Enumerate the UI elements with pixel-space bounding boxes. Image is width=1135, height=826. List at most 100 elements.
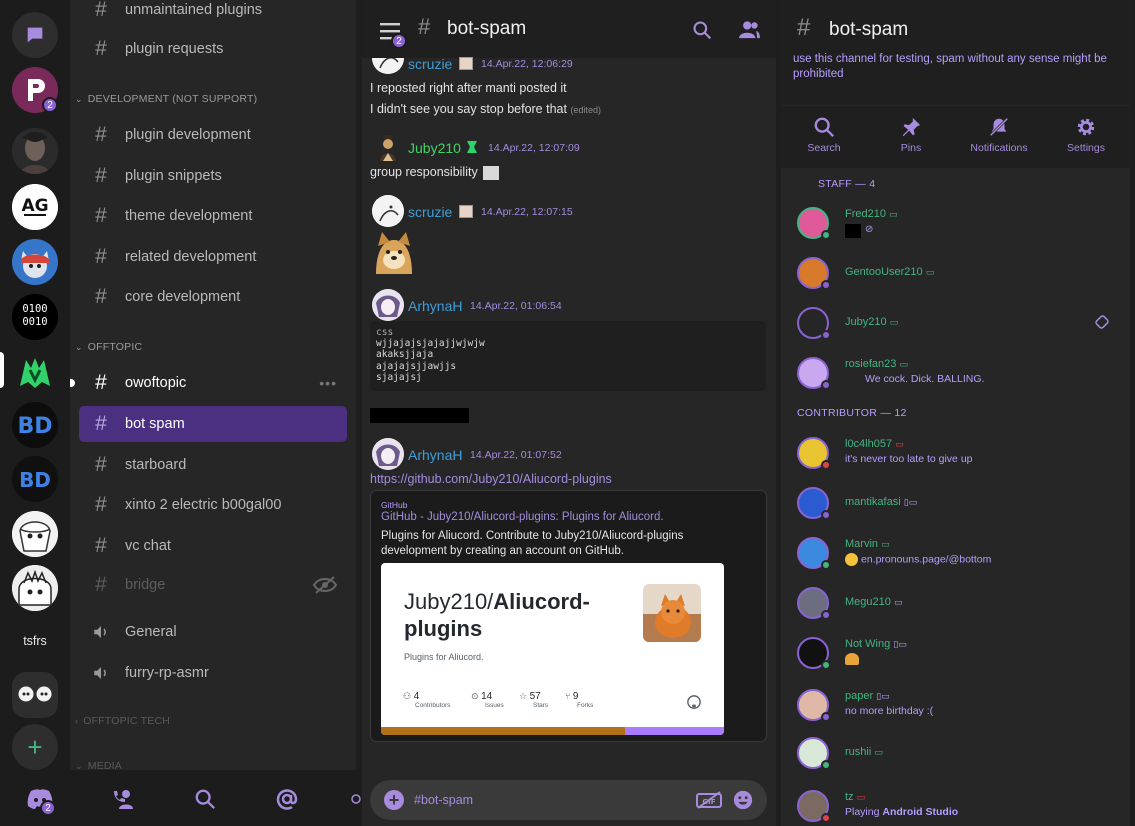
member-name-text: l0c4lh057 <box>845 438 893 450</box>
server-folder-label[interactable]: tsfrs <box>0 634 70 648</box>
member-name-text: rushii <box>845 746 872 758</box>
message-input[interactable]: + #bot-spam GIF <box>370 780 767 820</box>
category-media[interactable]: ⌄ MEDIA <box>75 760 122 770</box>
status-dot <box>821 712 831 722</box>
member-marvin[interactable]: Marvin ▭ en.pronouns.page/@bottom <box>795 533 1125 573</box>
server-icon-aliucord[interactable] <box>12 348 58 394</box>
avatar[interactable] <box>372 289 404 321</box>
unread-indicator <box>70 379 75 387</box>
members-icon[interactable] <box>738 20 760 40</box>
category-development[interactable]: ⌄ DEVELOPMENT (NOT SUPPORT) <box>75 93 257 105</box>
anime-girl-2-icon <box>12 565 58 611</box>
channel-theme-development[interactable]: # theme development <box>79 198 347 234</box>
member-paper[interactable]: paper ▯▭ no more birthday :( <box>795 685 1125 725</box>
member-fred210[interactable]: Fred210 ▭ ⊘ <box>795 203 1125 243</box>
action-label: Search <box>807 142 841 154</box>
member-name: Fred210 ▭ <box>845 208 898 220</box>
avatar[interactable] <box>372 438 404 470</box>
message-link[interactable]: https://github.com/Juby210/Aliucord-plug… <box>370 472 612 486</box>
spoiler-block[interactable] <box>370 408 469 423</box>
server-folder[interactable] <box>12 672 58 718</box>
member-megu210[interactable]: Megu210 ▭ <box>795 583 1125 623</box>
bell-off-icon <box>989 117 1009 137</box>
channel-xinto[interactable]: # xinto 2 electric b00gal00 <box>79 487 347 523</box>
channel-core-development[interactable]: # core development <box>79 279 347 315</box>
member-gentoouser210[interactable]: GentooUser210 ▭ <box>795 253 1125 293</box>
mentions-button[interactable] <box>272 784 302 814</box>
channel-owoftopic[interactable]: # owoftopic ••• <box>79 365 347 401</box>
status-dot <box>821 660 831 670</box>
server-icon-anime-1[interactable] <box>12 511 58 557</box>
code-line: sjajajsj <box>376 371 422 383</box>
eye-hidden-icon[interactable] <box>313 576 337 594</box>
channel-vc-chat[interactable]: # vc chat <box>79 528 347 564</box>
voice-channel-furry-rp-asmr[interactable]: furry-rp-asmr <box>79 655 347 691</box>
message-author[interactable]: ArhynaH <box>408 298 462 314</box>
member-l0c4lh057[interactable]: l0c4lh057 ▭ it's never too late to give … <box>795 433 1125 473</box>
friends-button[interactable] <box>108 784 138 814</box>
search-icon[interactable] <box>692 20 712 40</box>
stat-label: Stars <box>533 702 549 709</box>
binary-line-1: 0100 <box>22 303 48 315</box>
more-options-icon[interactable]: ••• <box>319 375 337 391</box>
member-name: rosiefan23 ▭ <box>845 358 908 370</box>
message-author[interactable]: Juby210 <box>408 140 461 156</box>
channel-bot-spam[interactable]: # bot spam <box>79 406 347 442</box>
panel-settings-button[interactable]: Settings <box>1046 116 1126 154</box>
channel-related-development[interactable]: # related development <box>79 239 347 275</box>
hash-lock-icon: # <box>95 573 107 596</box>
add-attachment-button[interactable]: + <box>384 790 404 810</box>
category-label: DEVELOPMENT (NOT SUPPORT) <box>87 93 258 105</box>
plus-icon: + <box>27 732 43 762</box>
server-icon-anime-2[interactable] <box>12 565 58 611</box>
member-tz[interactable]: tz ▭ Playing Android Studio <box>795 786 1125 826</box>
embed-image[interactable]: Juby210/Aliucord- plugins Plugins for Al… <box>381 563 724 735</box>
embed-title[interactable]: GitHub - Juby210/Aliucord-plugins: Plugi… <box>381 511 664 523</box>
avatar[interactable] <box>372 195 404 227</box>
channel-plugin-requests[interactable]: # plugin requests <box>79 31 347 67</box>
chevron-down-icon: ⌄ <box>75 93 83 104</box>
voice-channel-general[interactable]: General <box>79 614 347 650</box>
member-not-wing[interactable]: Not Wing ▯▭ <box>795 633 1125 673</box>
star-icon: ☆ <box>519 691 528 701</box>
direct-messages-button[interactable] <box>12 12 58 58</box>
message-author[interactable]: ArhynaH <box>408 447 462 463</box>
server-icon-bd[interactable]: BD <box>12 402 58 448</box>
member-rosiefan23[interactable]: rosiefan23 ▭ We cock. Dick. BALLING. <box>795 353 1125 393</box>
channel-starboard[interactable]: # starboard <box>79 447 347 483</box>
panel-pins-button[interactable]: Pins <box>871 116 951 154</box>
add-server-button[interactable]: + <box>12 724 58 770</box>
plus-icon: + <box>388 790 400 810</box>
search-nav-button[interactable] <box>190 784 220 814</box>
message-timestamp: 14.Apr.22, 12:06:29 <box>481 58 573 70</box>
member-rushii[interactable]: rushii ▭ <box>795 733 1125 773</box>
gear-icon <box>1077 118 1095 136</box>
server-icon-bd-dark[interactable]: BD <box>12 456 58 502</box>
channel-plugin-development[interactable]: # plugin development <box>79 117 347 153</box>
member-juby210[interactable]: Juby210 ▭ <box>795 303 1125 343</box>
message-author[interactable]: scruzie <box>408 204 452 220</box>
message-timestamp: 14.Apr.22, 01:06:54 <box>470 300 562 312</box>
hash-lock-icon: # <box>95 285 107 308</box>
panel-notifications-button[interactable]: Notifications <box>959 116 1039 154</box>
server-icon-cat[interactable] <box>12 239 58 285</box>
doge-emoji-image <box>370 228 418 274</box>
category-offtopic-tech[interactable]: › OFFTOPIC TECH <box>75 715 170 727</box>
channel-plugin-snippets[interactable]: # plugin snippets <box>79 158 347 194</box>
arhynah-avatar-icon <box>372 289 404 321</box>
channel-bridge[interactable]: # bridge <box>79 567 347 603</box>
profile-button[interactable] <box>350 784 362 814</box>
channel-unmaintained-plugins[interactable]: # unmaintained plugins <box>79 0 347 28</box>
panel-search-button[interactable]: Search <box>784 116 864 154</box>
server-icon-portrait[interactable] <box>12 128 58 174</box>
gift-nitro-icon[interactable]: GIF <box>696 790 722 810</box>
svg-text:BD: BD <box>19 468 51 492</box>
emoji-picker-icon[interactable] <box>732 789 754 811</box>
avatar[interactable] <box>372 131 404 163</box>
category-offtopic[interactable]: ⌄ OFFTOPIC <box>75 341 142 353</box>
server-icon-binary[interactable]: 0100 0010 <box>12 294 58 340</box>
server-icon-ag[interactable]: AG <box>12 184 58 230</box>
member-mantikafasi[interactable]: mantikafasi ▯▭ <box>795 483 1125 523</box>
issue-icon: ⊙ <box>471 691 479 701</box>
message-author[interactable]: scruzie <box>408 56 452 72</box>
